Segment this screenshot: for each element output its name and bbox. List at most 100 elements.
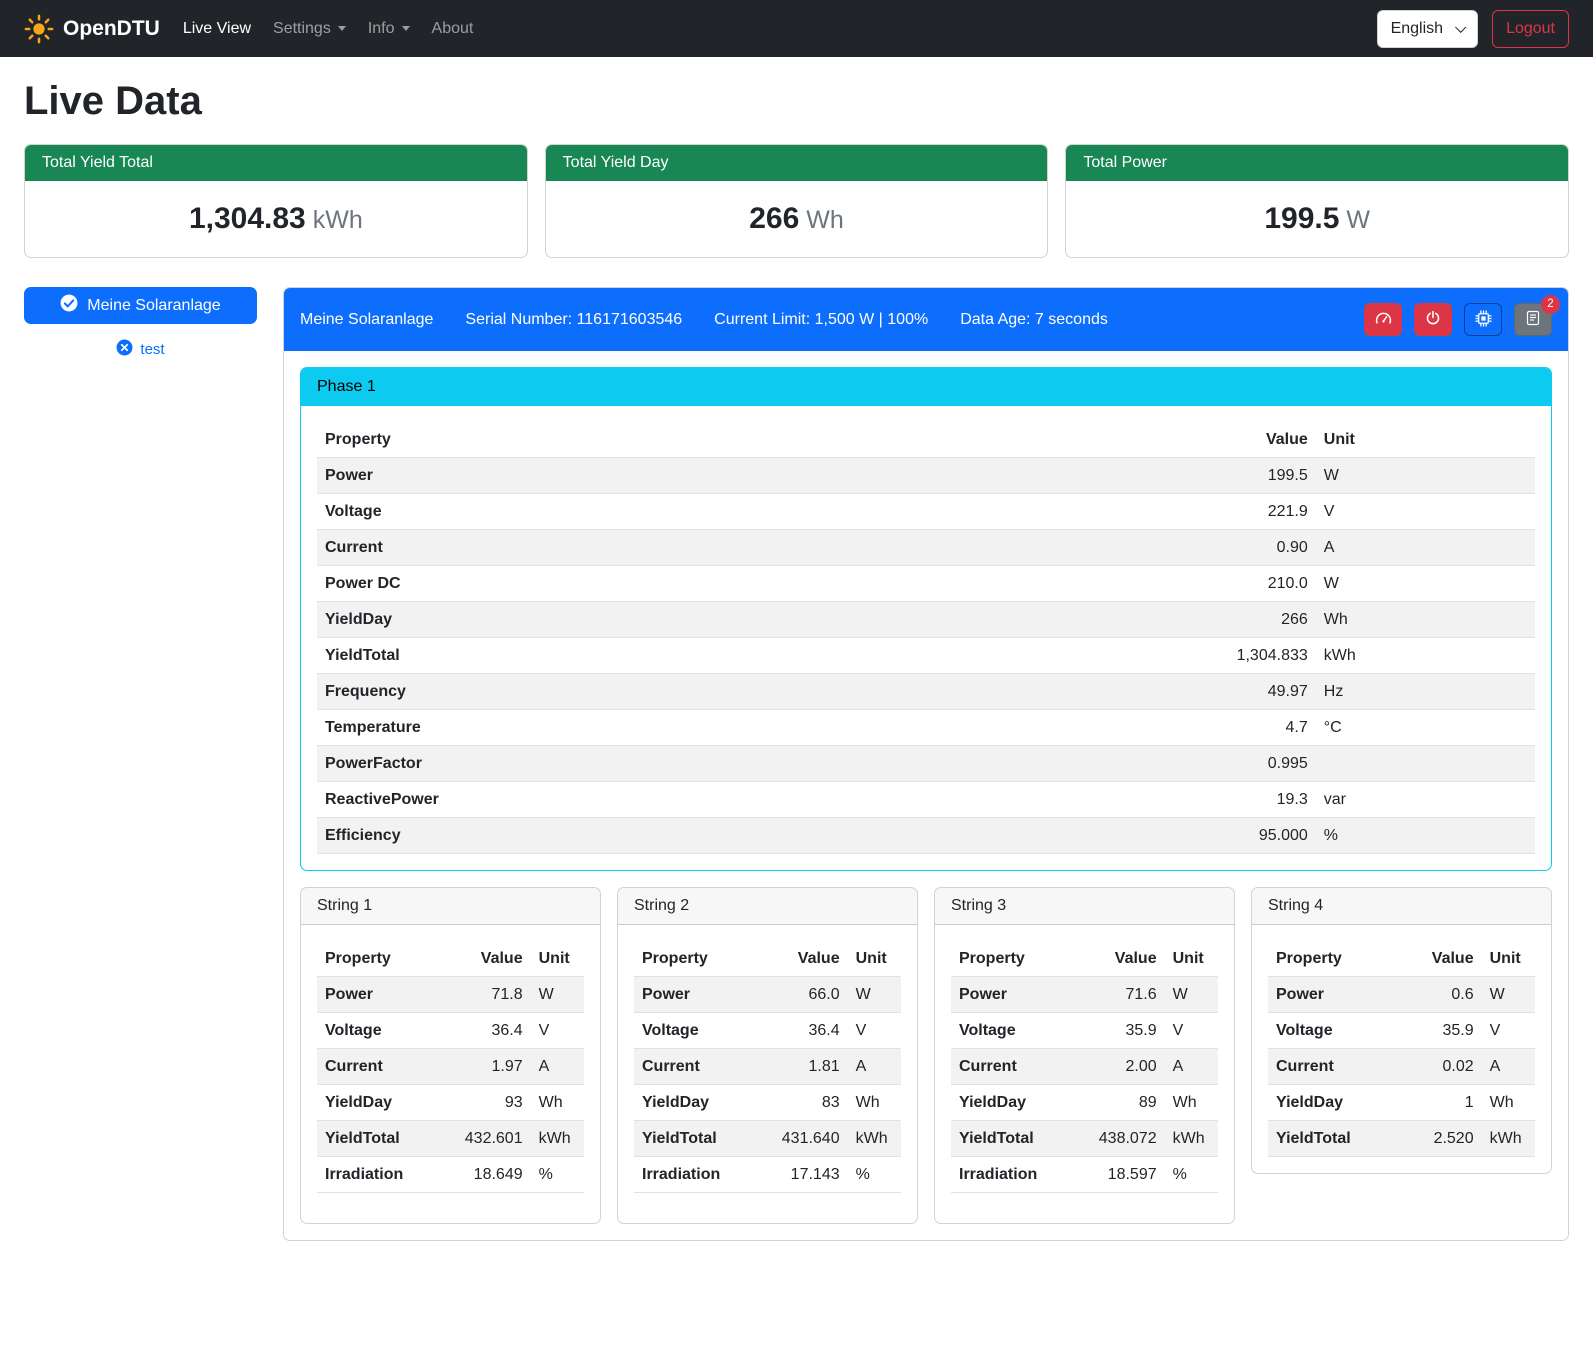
row-value: 0.02 [1402,1049,1482,1085]
table-row: Efficiency 95.000 % [317,818,1535,854]
summary-card-title: Total Yield Day [546,145,1048,181]
summary-unit: Wh [806,206,844,234]
inverter-data-age: Data Age: 7 seconds [960,311,1108,329]
logout-button[interactable]: Logout [1492,10,1569,48]
row-property: Irradiation [634,1157,768,1193]
row-value: 49.97 [1170,674,1316,710]
device-info-button[interactable] [1464,303,1502,336]
table-row: Current 0.02 A [1268,1049,1535,1085]
strings-row: String 1 Property Value Unit [300,887,1552,1224]
limit-settings-button[interactable] [1364,303,1402,336]
page-title: Live Data [24,79,1569,124]
col-value: Value [1170,422,1316,458]
row-value: 83 [768,1085,848,1121]
phase-table: Property Value Unit Power [317,422,1535,854]
row-value: 17.143 [768,1157,848,1193]
nav-settings[interactable]: Settings [262,12,357,46]
row-value: 36.4 [451,1013,531,1049]
string-card-body: Property Value Unit Power [935,925,1234,1223]
summary-card: Total Yield Day 266Wh [545,144,1049,258]
row-value: 199.5 [1170,458,1316,494]
row-unit: V [1482,1013,1535,1049]
inverter-item-test[interactable]: test [24,339,257,360]
col-value: Value [451,941,531,977]
row-property: Power [951,977,1085,1013]
string-card-2: String 2 Property Value Unit [617,887,918,1224]
row-property: Power [317,977,451,1013]
row-property: Power [317,458,1170,494]
summary-unit: W [1346,206,1370,234]
string-title: String 4 [1252,888,1551,925]
brand[interactable]: OpenDTU [24,14,160,44]
summary-card: Total Yield Total 1,304.83kWh [24,144,528,258]
row-value: 19.3 [1170,782,1316,818]
string-title: String 1 [301,888,600,925]
row-property: YieldDay [1268,1085,1402,1121]
event-log-button[interactable]: 2 [1514,303,1552,336]
gauge-icon [1375,310,1392,330]
inverter-actions: 2 [1364,303,1552,336]
table-row: Current 1.97 A [317,1049,584,1085]
nav-info-label: Info [368,20,395,38]
table-row: Power 199.5 W [317,458,1535,494]
row-value: 266 [1170,602,1316,638]
table-row: Current 0.90 A [317,530,1535,566]
row-property: YieldTotal [317,1121,451,1157]
inverter-limit: Current Limit: 1,500 W | 100% [714,311,928,329]
summary-card-body: 199.5W [1066,181,1568,257]
power-button[interactable] [1414,303,1452,336]
row-unit: % [1316,818,1535,854]
row-value: 2.520 [1402,1121,1482,1157]
table-row: YieldTotal 438.072 kWh [951,1121,1218,1157]
caret-down-icon [338,26,346,31]
nav-info[interactable]: Info [357,12,421,46]
row-property: Current [317,1049,451,1085]
table-row: Irradiation 18.597 % [951,1157,1218,1193]
row-property: YieldDay [634,1085,768,1121]
row-property: Irradiation [317,1157,451,1193]
row-unit: Wh [1165,1085,1218,1121]
table-row: YieldDay 266 Wh [317,602,1535,638]
inverter-card-header: Meine Solaranlage Serial Number: 1161716… [284,288,1568,351]
col-value: Value [1402,941,1482,977]
summary-card-title: Total Power [1066,145,1568,181]
row-property: YieldTotal [951,1121,1085,1157]
inverter-select-button[interactable]: Meine Solaranlage [24,287,257,324]
string-table: Property Value Unit Power [634,941,901,1193]
caret-down-icon [402,26,410,31]
phase-body: Property Value Unit Power [301,406,1551,870]
row-unit: kWh [1165,1121,1218,1157]
table-row: ReactivePower 19.3 var [317,782,1535,818]
row-unit: W [1316,458,1535,494]
nav-live-view[interactable]: Live View [172,12,262,46]
summary-card-title: Total Yield Total [25,145,527,181]
check-circle-icon [60,294,78,317]
col-unit: Unit [1482,941,1535,977]
inverter-name: Meine Solaranlage [300,311,433,329]
row-value: 18.597 [1085,1157,1165,1193]
row-unit: A [531,1049,584,1085]
row-unit: % [531,1157,584,1193]
col-property: Property [1268,941,1402,977]
row-unit [1316,746,1535,782]
language-select[interactable]: English [1377,10,1478,48]
row-property: Voltage [317,1013,451,1049]
string-table: Property Value Unit Power [1268,941,1535,1157]
row-value: 4.7 [1170,710,1316,746]
row-property: Voltage [634,1013,768,1049]
table-row: YieldTotal 431.640 kWh [634,1121,901,1157]
row-value: 432.601 [451,1121,531,1157]
table-row: YieldTotal 432.601 kWh [317,1121,584,1157]
brand-label: OpenDTU [63,17,160,41]
row-property: Power [1268,977,1402,1013]
inverter-serial: Serial Number: 116171603546 [465,311,682,329]
row-property: Power [634,977,768,1013]
string-table: Property Value Unit Power [317,941,584,1193]
nav-about[interactable]: About [421,12,485,46]
row-unit: % [1165,1157,1218,1193]
table-row: Current 1.81 A [634,1049,901,1085]
navbar: OpenDTU Live View Settings Info About En… [0,0,1593,57]
table-row: Irradiation 18.649 % [317,1157,584,1193]
navbar-right: English Logout [1377,10,1569,48]
nav-settings-label: Settings [273,20,331,38]
